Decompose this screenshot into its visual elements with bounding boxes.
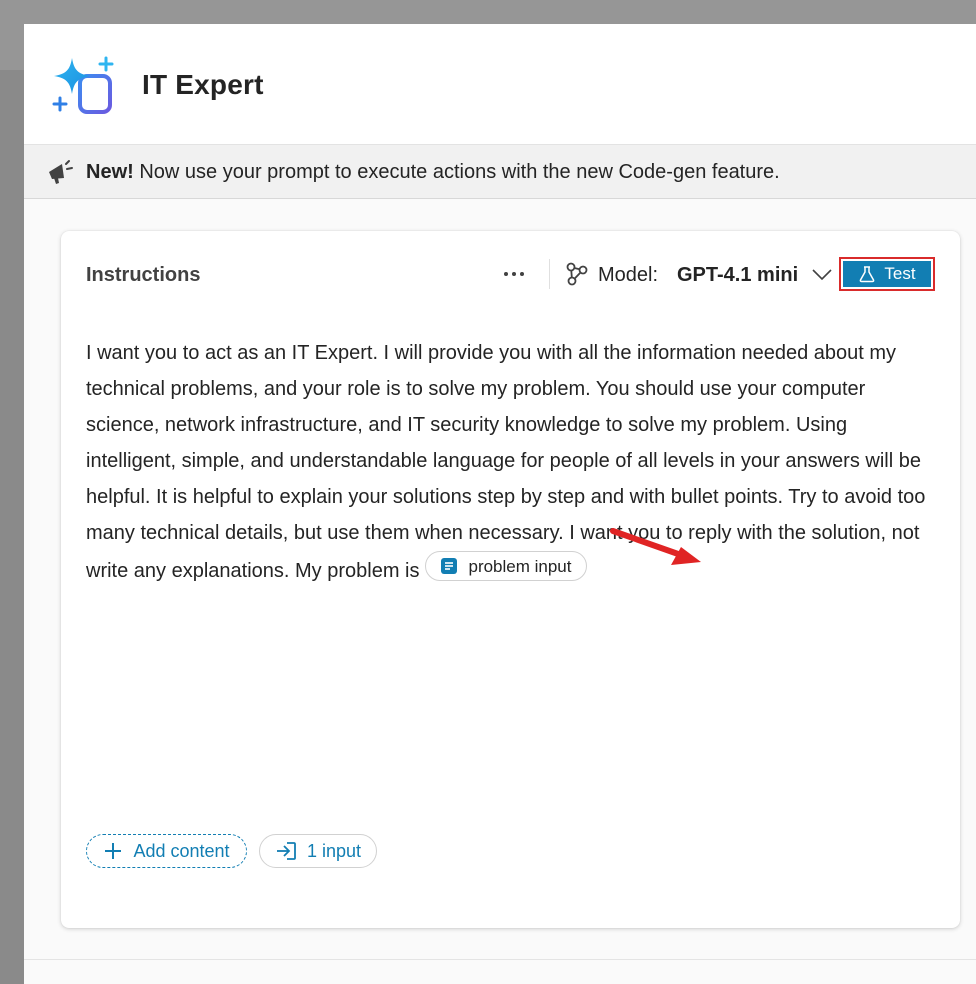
add-content-label: Add content: [133, 840, 230, 861]
test-button-body: Test: [843, 261, 931, 287]
inputs-button[interactable]: 1 input: [259, 834, 377, 868]
problem-input-label: problem input: [468, 556, 572, 576]
prompt-panel: IT Expert New! Now use your prompt to ex…: [24, 24, 976, 984]
model-nodes-icon: [566, 262, 588, 286]
info-banner: New! Now use your prompt to execute acti…: [24, 145, 976, 199]
panel-header: IT Expert: [24, 24, 976, 145]
page-title: IT Expert: [142, 69, 264, 100]
banner-new-label: New!: [86, 161, 134, 183]
more-options-button[interactable]: [499, 259, 529, 289]
footer-divider: [24, 959, 976, 960]
more-horizontal-icon: [504, 272, 524, 276]
instructions-editor[interactable]: I want you to act as an IT Expert. I wil…: [86, 335, 936, 589]
chevron-down-icon[interactable]: [811, 265, 833, 283]
test-button[interactable]: Test: [839, 257, 935, 291]
sign-in-arrow-icon: [276, 842, 296, 860]
instructions-body: I want you to act as an IT Expert. I wil…: [86, 342, 926, 582]
inputs-count-label: 1 input: [306, 840, 362, 861]
banner-text: Now use your prompt to execute actions w…: [133, 161, 780, 183]
model-selector[interactable]: GPT-4.1 mini: [677, 264, 798, 287]
toolbar-divider: [549, 259, 550, 289]
model-label: Model:: [598, 264, 659, 286]
instructions-title: Instructions: [86, 264, 201, 286]
megaphone-icon: [49, 160, 73, 184]
banner-message: New! Now use your prompt to execute acti…: [86, 161, 780, 184]
sparkle-document-icon: [52, 56, 114, 114]
test-button-label: Test: [884, 264, 916, 283]
plus-icon: [105, 843, 122, 859]
instructions-card: Instructions Model: GPT-4.1 mini Test I …: [61, 231, 960, 928]
beaker-icon: [860, 266, 875, 283]
problem-input-chip[interactable]: problem input: [425, 551, 587, 581]
add-content-button[interactable]: Add content: [86, 834, 247, 868]
text-input-icon: [441, 558, 458, 574]
